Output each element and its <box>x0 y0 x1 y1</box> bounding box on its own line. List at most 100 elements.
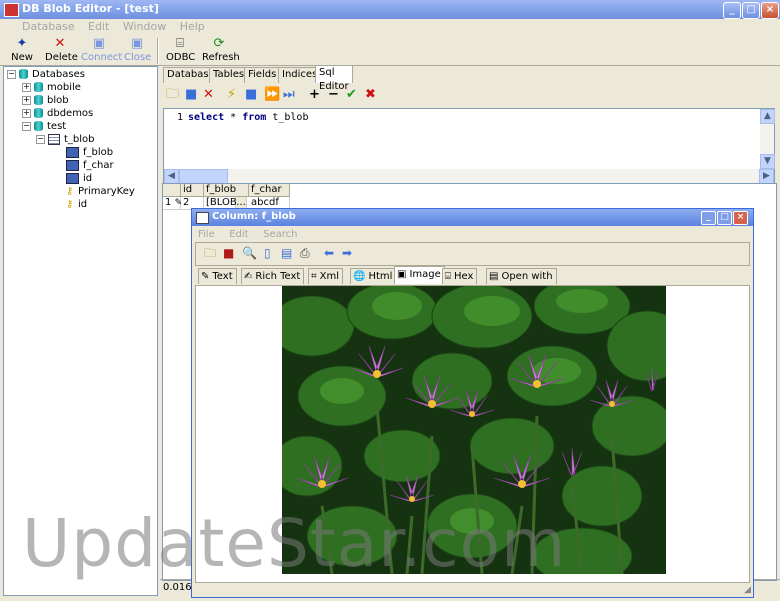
new-button[interactable]: ✦ New <box>10 36 34 64</box>
database-icon <box>34 95 43 105</box>
menu-edit[interactable]: Edit <box>83 19 114 33</box>
open-folder-icon[interactable]: 🗀 <box>166 88 179 102</box>
expand-icon[interactable]: + <box>22 95 31 105</box>
database-icon <box>34 108 43 118</box>
find-icon[interactable]: 🔍 <box>242 246 257 260</box>
open-icon[interactable]: 🗀 <box>204 246 216 260</box>
tab-rich-text[interactable]: ✍ Rich Text <box>241 268 305 284</box>
print-icon[interactable]: ⎙ <box>300 246 310 260</box>
sql-editor[interactable]: 1 select * from t_blob ▲ ▼ ◀ ▶ <box>163 108 775 184</box>
key-icon: ⚷ <box>66 199 74 210</box>
editor-horizontal-scrollbar[interactable]: ◀ ▶ <box>164 169 774 184</box>
odbc-button[interactable]: ⌸ ODBC <box>166 37 196 64</box>
add-icon[interactable]: + <box>309 88 320 102</box>
minimize-button[interactable]: _ <box>723 2 741 19</box>
editor-vertical-scrollbar[interactable]: ▲ ▼ <box>760 109 775 169</box>
collapse-icon[interactable]: − <box>36 134 45 144</box>
clear-icon[interactable]: ✕ <box>203 88 214 102</box>
collapse-icon[interactable]: − <box>7 69 16 79</box>
save-icon[interactable]: ■ <box>223 246 234 260</box>
scroll-right-icon[interactable]: ▶ <box>759 169 774 184</box>
commit-icon[interactable]: ✔ <box>346 88 357 102</box>
stop-icon[interactable]: ■ <box>245 88 257 102</box>
tree-node-primarykey[interactable]: ⚷ PrimaryKey <box>66 185 135 198</box>
odbc-label: ODBC <box>166 52 196 63</box>
tree-node-key-id[interactable]: ⚷ id <box>66 198 87 211</box>
sql-table-name: t_blob <box>272 112 309 123</box>
copy-icon[interactable]: ▯ <box>264 246 271 260</box>
scroll-left-icon[interactable]: ◀ <box>164 169 179 184</box>
scroll-down-icon[interactable]: ▼ <box>760 154 775 169</box>
menu-window[interactable]: Window <box>118 19 171 33</box>
next-icon[interactable]: ⏩ <box>264 88 280 102</box>
tab-sql-editor[interactable]: Sql Editor <box>315 65 353 92</box>
grid-header-f-char[interactable]: f_char <box>249 184 290 197</box>
new-icon: ✦ <box>16 36 28 51</box>
scroll-thumb[interactable] <box>179 169 228 184</box>
column-toolbar: 🗀 ■ 🔍 ▯ ▤ ⎙ ⬅ ➡ <box>195 242 750 266</box>
paste-icon[interactable]: ▤ <box>281 246 292 260</box>
tab-html[interactable]: 🌐 Html <box>350 268 397 284</box>
maximize-button[interactable]: □ <box>742 2 760 19</box>
close-label: Close <box>124 52 152 63</box>
close-button[interactable]: × <box>761 2 779 19</box>
execute-icon[interactable]: ⚡ <box>227 88 236 102</box>
column-close-button[interactable]: × <box>733 211 748 225</box>
grid-header-id[interactable]: id <box>181 184 204 197</box>
delete-button[interactable]: ✕ Delete <box>45 36 78 64</box>
tab-hex[interactable]: ⌸ Hex <box>442 268 478 284</box>
column-maximize-button[interactable]: □ <box>717 211 732 225</box>
collapse-icon[interactable]: − <box>22 121 31 131</box>
tree-node-f-char[interactable]: f_char <box>66 159 114 172</box>
connect-icon: ▣ <box>92 36 106 51</box>
tree-node-blob[interactable]: + blob <box>22 94 69 107</box>
tab-xml[interactable]: ⌗ Xml <box>308 268 344 284</box>
rollback-icon[interactable]: ✖ <box>365 88 376 102</box>
resize-grip-icon[interactable]: ◢ <box>744 585 751 595</box>
save-icon[interactable]: ■ <box>185 88 197 102</box>
tab-image[interactable]: ▣ Image <box>394 266 445 284</box>
main-toolbar: ✦ New ✕ Delete ▣ Connect ▣ Close ⌸ ODBC … <box>0 35 780 66</box>
sql-keyword: select <box>188 112 225 123</box>
last-icon[interactable]: ⏭ <box>283 88 295 102</box>
text-icon: ✎ <box>201 271 210 282</box>
delete-icon: ✕ <box>54 36 66 51</box>
tree-node-databases[interactable]: − Databases <box>7 68 85 81</box>
connect-button[interactable]: ▣ Connect <box>81 36 122 64</box>
toolbar-separator <box>157 38 159 64</box>
tree-node-t-blob[interactable]: − t_blob <box>36 133 95 146</box>
image-icon: ▣ <box>397 269 407 280</box>
close-db-button[interactable]: ▣ Close <box>124 36 152 64</box>
menu-help[interactable]: Help <box>175 19 210 33</box>
scroll-up-icon[interactable]: ▲ <box>760 109 775 124</box>
column-minimize-button[interactable]: _ <box>701 211 716 225</box>
tab-text[interactable]: ✎ Text <box>198 268 237 284</box>
tree-node-test[interactable]: − test <box>22 120 66 133</box>
disconnect-icon: ▣ <box>130 36 144 51</box>
tree-node-dbdemos[interactable]: + dbdemos <box>22 107 93 120</box>
refresh-button[interactable]: ⟳ Refresh <box>202 37 240 64</box>
sql-star: * <box>230 112 237 123</box>
menu-database[interactable]: Database <box>0 19 80 33</box>
back-arrow-icon[interactable]: ⬅ <box>324 246 334 260</box>
new-label: New <box>11 52 33 63</box>
database-icon <box>34 82 43 92</box>
tree-node-id[interactable]: id <box>66 172 92 185</box>
tab-fields[interactable]: Fields <box>244 67 281 83</box>
expand-icon[interactable]: + <box>22 108 31 118</box>
field-icon <box>66 159 79 171</box>
menu-search[interactable]: Search <box>257 227 302 240</box>
menu-file[interactable]: File <box>192 227 220 240</box>
forward-arrow-icon[interactable]: ➡ <box>342 246 352 260</box>
remove-icon[interactable]: − <box>328 88 339 102</box>
tab-open-with[interactable]: ▤ Open with <box>486 268 557 284</box>
column-window-title-bar: Column: f_blob _ □ × <box>192 209 753 226</box>
tree-node-mobile[interactable]: + mobile <box>22 81 81 94</box>
refresh-label: Refresh <box>202 52 240 63</box>
tab-tables[interactable]: Tables <box>209 67 249 83</box>
tree-node-f-blob[interactable]: f_blob <box>66 146 113 159</box>
sql-text: select * from t_blob <box>188 112 308 123</box>
grid-header-f-blob[interactable]: f_blob <box>204 184 249 197</box>
expand-icon[interactable]: + <box>22 82 31 92</box>
menu-edit[interactable]: Edit <box>223 227 253 240</box>
